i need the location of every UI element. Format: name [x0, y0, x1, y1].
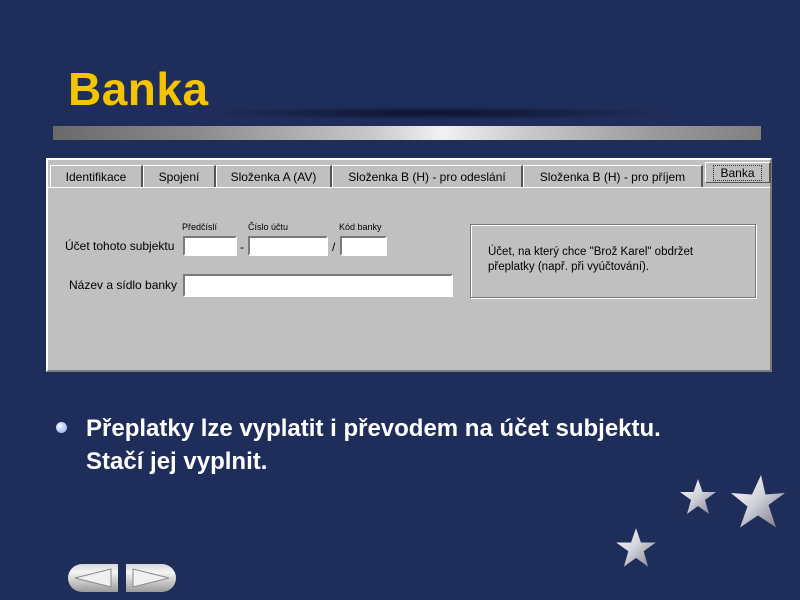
next-slide-button[interactable] [126, 564, 176, 592]
tab-label: Identifikace [65, 169, 127, 184]
star-icon [680, 479, 716, 514]
tab-slozenka-b-odeslani[interactable]: Složenka B (H) - pro odeslání [332, 165, 523, 187]
bullet-icon [56, 422, 67, 433]
tab-bar: Identifikace Spojení Složenka A (AV) Slo… [50, 162, 771, 188]
panel-top-edge [48, 187, 770, 188]
tab-slozenka-b-prijem[interactable]: Složenka B (H) - pro příjem [523, 165, 703, 187]
slash-separator: / [332, 240, 336, 254]
bank-name-input[interactable] [183, 274, 453, 297]
tab-identifikace[interactable]: Identifikace [50, 165, 143, 187]
tab-label: Složenka B (H) - pro odeslání [348, 169, 506, 184]
bank-name-label: Název a sídlo banky [69, 278, 178, 292]
tab-slozenka-a[interactable]: Složenka A (AV) [216, 165, 332, 187]
star-icon [616, 528, 656, 567]
bullet-line-2: Stačí jej vyplnit. [86, 448, 268, 475]
tab-label: Spojení [158, 169, 200, 184]
info-text: Účet, na který chce "Brož Karel" obdržet… [488, 246, 694, 273]
account-label: Účet tohoto subjektu [65, 239, 175, 253]
star-icon [731, 475, 785, 528]
slide-title: Banka [68, 63, 209, 115]
bank-code-column-label: Kód banky [339, 222, 382, 232]
bullet-text: Přeplatky lze vyplatit i převodem na úče… [86, 412, 766, 478]
tab-spojeni[interactable]: Spojení [143, 165, 216, 187]
account-number-input[interactable] [248, 236, 328, 256]
number-column-label: Číslo účtu [248, 222, 289, 232]
tab-label: Složenka B (H) - pro příjem [539, 169, 686, 184]
tab-banka[interactable]: Banka [705, 162, 771, 183]
divider-rule [53, 126, 761, 140]
prev-slide-button[interactable] [68, 564, 118, 592]
account-prefix-input[interactable] [183, 236, 237, 256]
prefix-column-label: Předčíslí [182, 222, 218, 232]
bullet-line-1: Přeplatky lze vyplatit i převodem na úče… [86, 415, 661, 442]
next-arrow-icon [132, 568, 170, 588]
bank-dialog: Identifikace Spojení Složenka A (AV) Slo… [46, 158, 772, 372]
tab-label: Banka [713, 164, 762, 181]
info-groupbox: Účet, na který chce "Brož Karel" obdržet… [470, 224, 756, 298]
prev-arrow-icon [74, 568, 112, 588]
tab-label: Složenka A (AV) [230, 169, 317, 184]
title-shadow [200, 106, 670, 120]
dash-separator: - [240, 240, 244, 254]
bank-code-input[interactable] [340, 236, 387, 256]
